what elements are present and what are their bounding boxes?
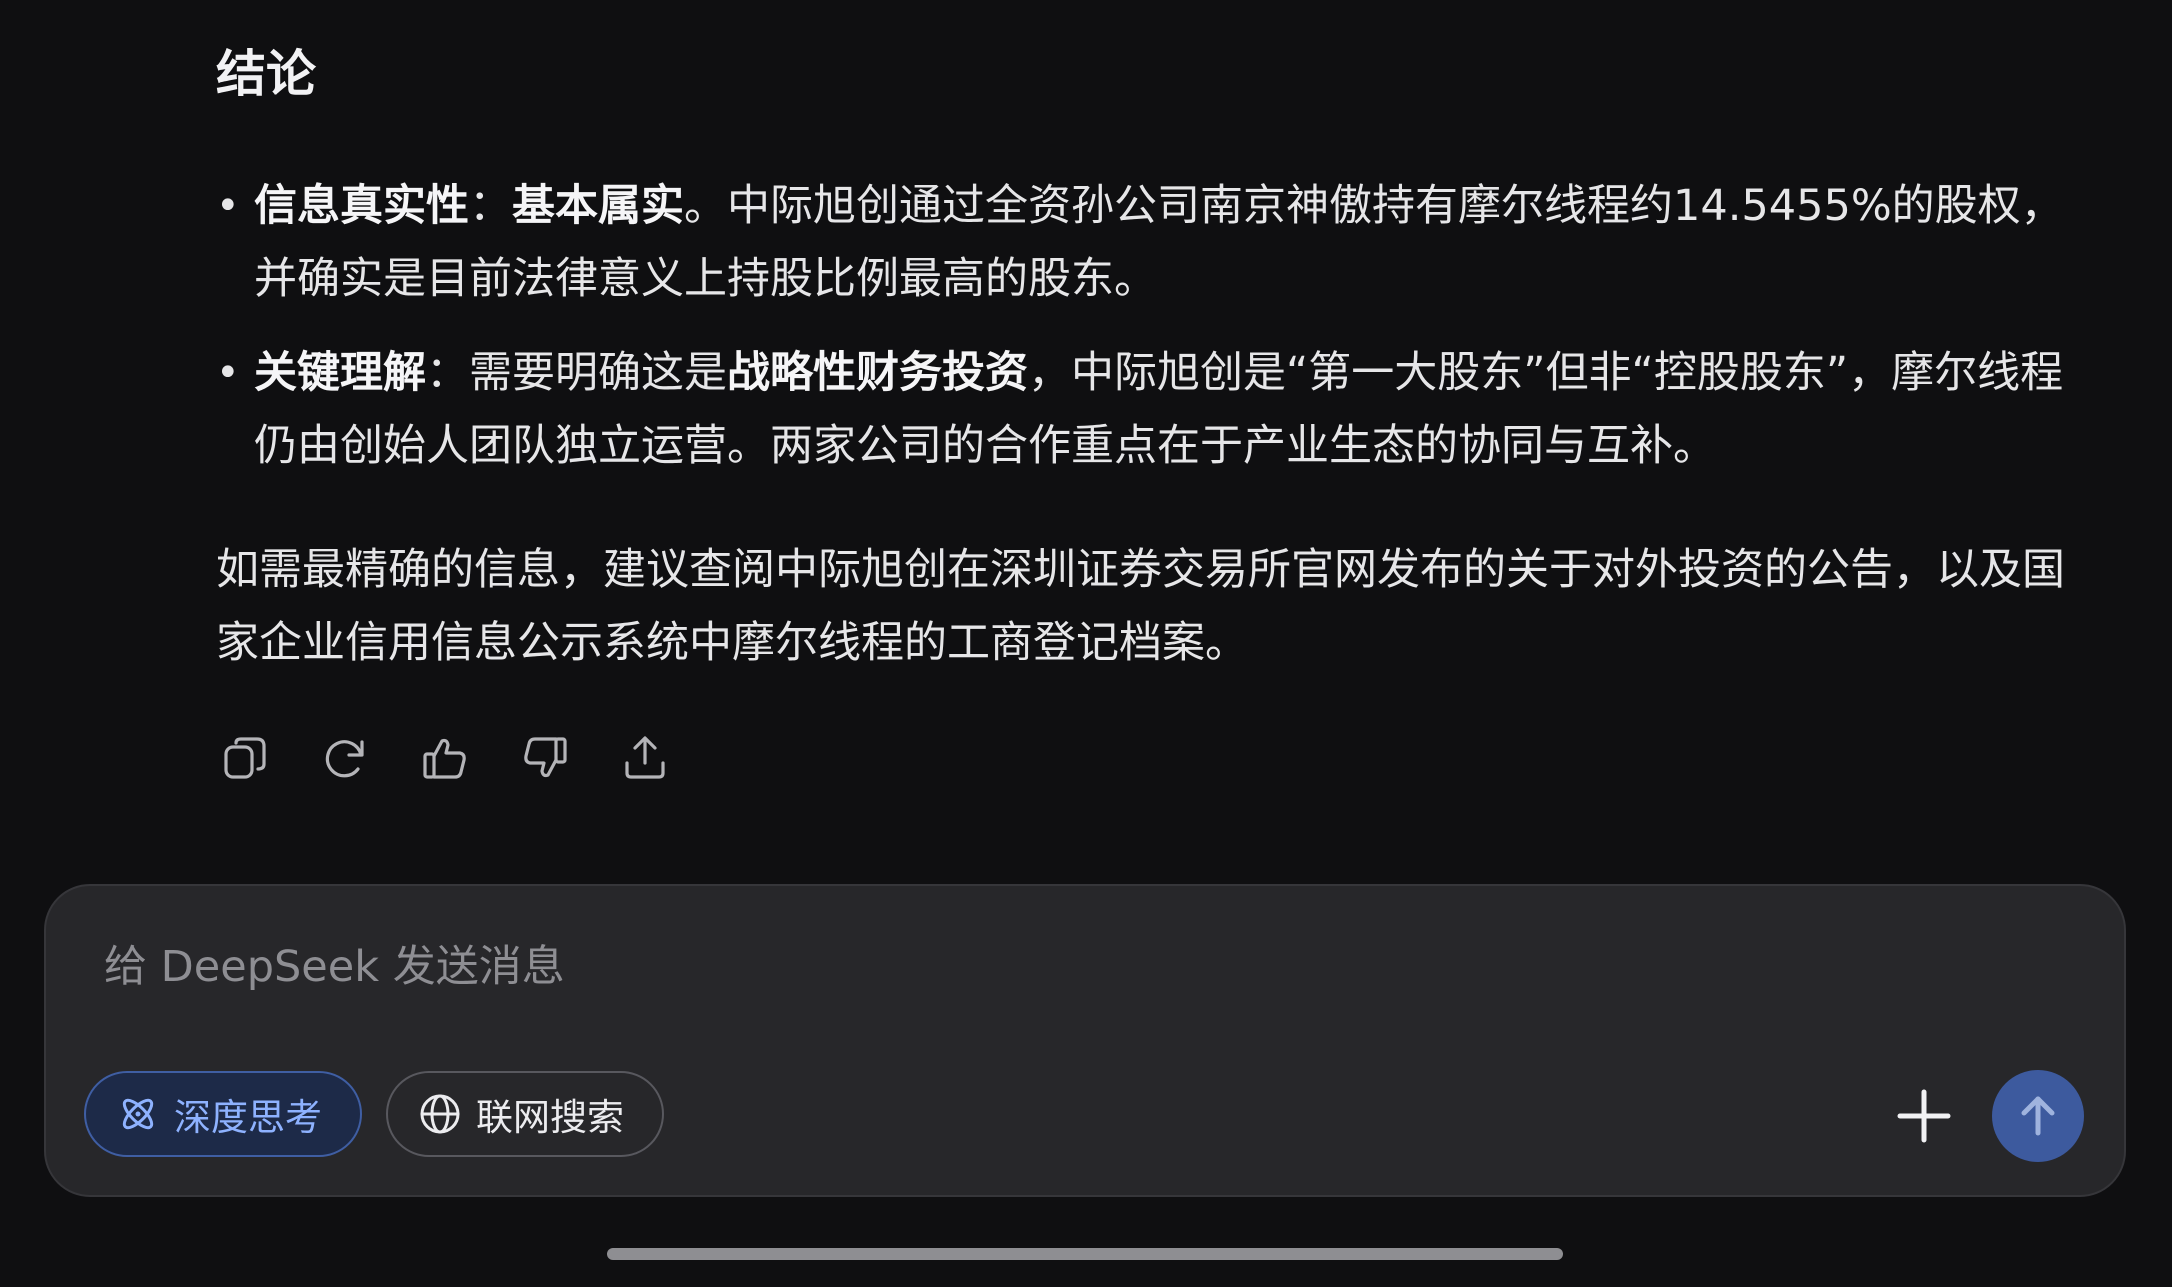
home-indicator[interactable] xyxy=(607,1248,1563,1260)
deep-think-label: 深度思考 xyxy=(174,1096,322,1139)
recommendation-paragraph: 如需最精确的信息，建议查阅中际旭创在深圳证券交易所官网发布的关于对外投资的公告，… xyxy=(216,545,2065,668)
share-icon xyxy=(625,736,665,779)
section-heading: 结论 xyxy=(216,45,316,103)
message-input[interactable] xyxy=(104,942,2004,992)
bullet-separator: ： xyxy=(469,181,512,231)
bullet-emphasis: 战略性财务投资 xyxy=(727,348,1028,398)
attach-button[interactable] xyxy=(1894,1086,1954,1146)
thumbs-down-button[interactable] xyxy=(520,730,570,786)
regenerate-button[interactable] xyxy=(320,730,370,786)
arrow-up-icon xyxy=(2021,1096,2055,1136)
message-composer: 深度思考 联网搜索 xyxy=(44,884,2126,1197)
copy-button[interactable] xyxy=(220,730,270,786)
bullet-dot: • xyxy=(216,350,240,396)
plus-icon xyxy=(1897,1089,1951,1143)
bullet-item-key-understanding: • 关键理解：需要明确这是战略性财务投资，中际旭创是“第一大股东”但非“控股股东”… xyxy=(216,337,2076,483)
web-search-label: 联网搜索 xyxy=(476,1096,624,1139)
conclusion-list: • 信息真实性：基本属实。中际旭创通过全资孙公司南京神傲持有摩尔线程约14.545… xyxy=(216,170,2076,504)
bullet-label: 信息真实性 xyxy=(254,181,469,231)
thumbs-up-icon xyxy=(423,738,466,779)
bullet-text-before: 需要明确这是 xyxy=(469,348,727,398)
thumbs-down-icon xyxy=(524,737,567,778)
copy-icon xyxy=(224,737,266,779)
message-actions xyxy=(220,730,670,786)
atom-icon xyxy=(122,1098,154,1130)
globe-icon xyxy=(420,1094,460,1134)
send-button[interactable] xyxy=(1992,1070,2084,1162)
deep-think-toggle[interactable]: 深度思考 xyxy=(84,1071,362,1157)
share-button[interactable] xyxy=(620,730,670,786)
bullet-separator: ： xyxy=(426,348,469,398)
bullet-emphasis: 基本属实 xyxy=(512,181,684,231)
bullet-item-authenticity: • 信息真实性：基本属实。中际旭创通过全资孙公司南京神傲持有摩尔线程约14.545… xyxy=(216,170,2076,316)
bullet-dot: • xyxy=(216,183,240,229)
thumbs-up-button[interactable] xyxy=(420,730,470,786)
web-search-toggle[interactable]: 联网搜索 xyxy=(386,1071,664,1157)
bullet-label: 关键理解 xyxy=(254,348,426,398)
regenerate-icon xyxy=(325,740,364,778)
